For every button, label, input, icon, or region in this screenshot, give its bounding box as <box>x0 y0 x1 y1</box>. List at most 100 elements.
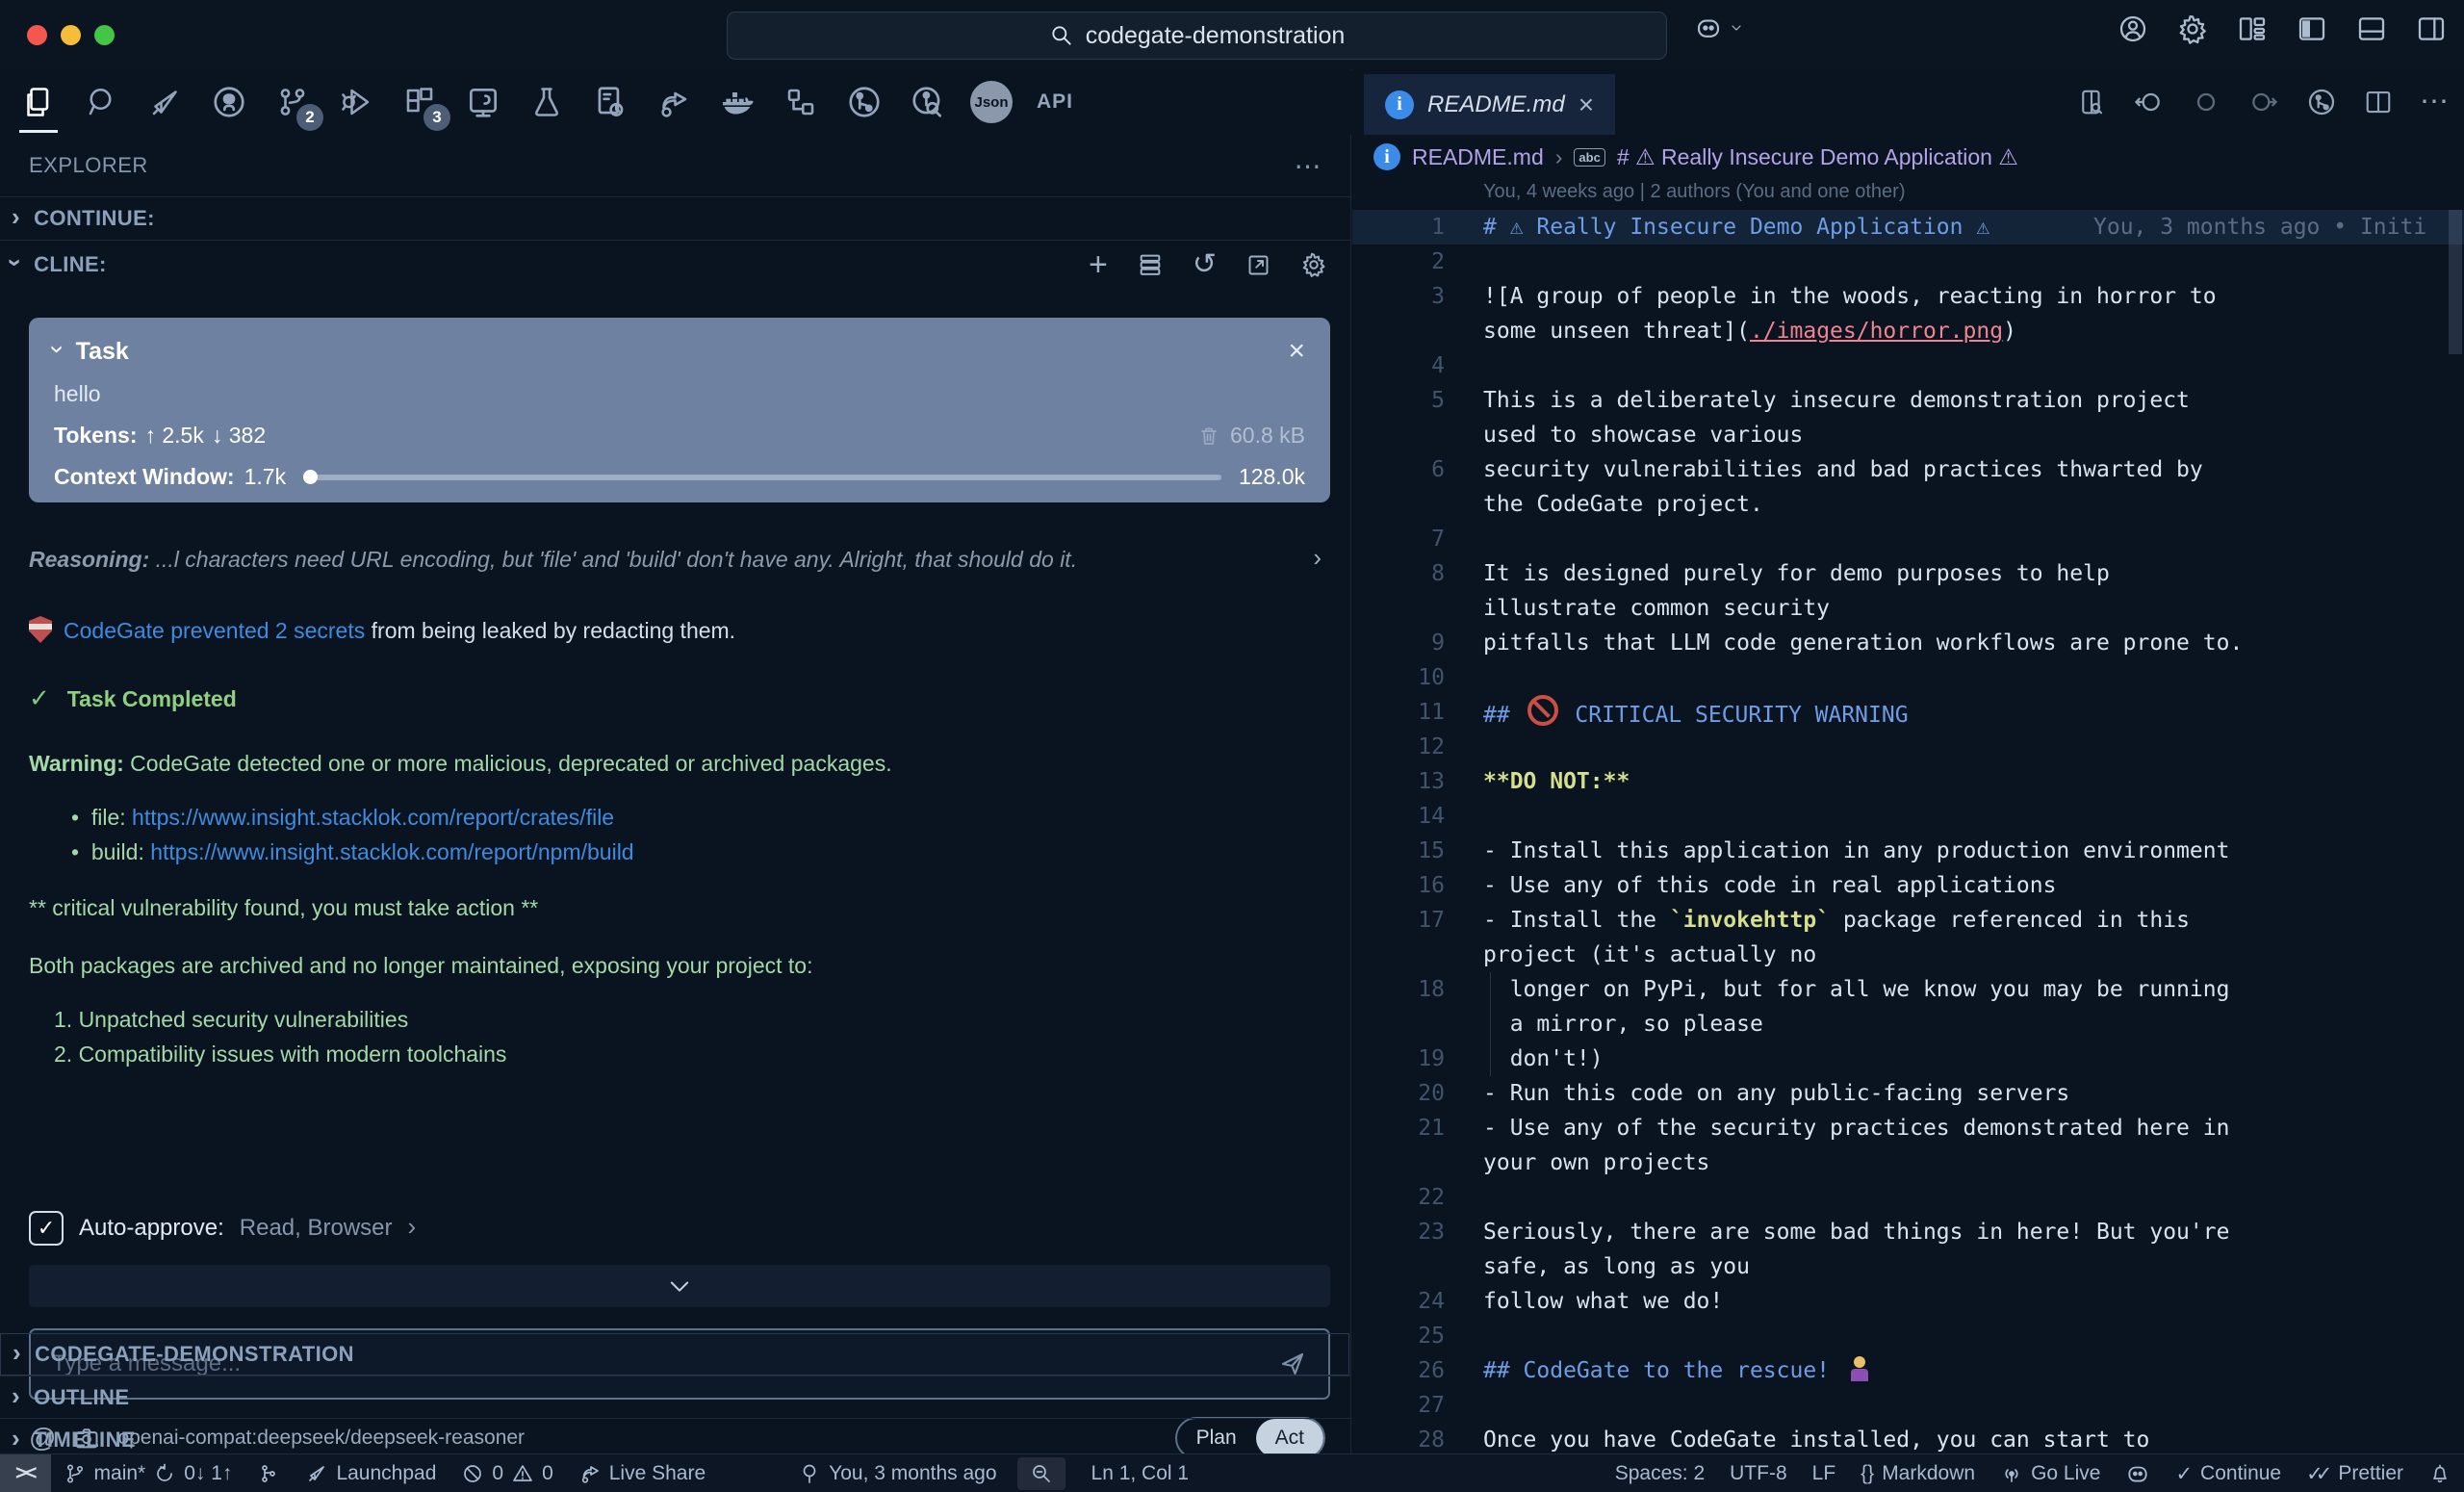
code-line[interactable]: 11## CRITICAL SECURITY WARNING <box>1352 695 2464 730</box>
code-line[interactable]: 1# ⚠ Really Insecure Demo Application ⚠Y… <box>1352 210 2464 244</box>
code-line[interactable]: illustrate common security <box>1352 591 2464 626</box>
code-line[interactable]: the CodeGate project. <box>1352 487 2464 522</box>
code-line[interactable]: 22 <box>1352 1180 2464 1215</box>
code-line[interactable]: 8It is designed purely for demo purposes… <box>1352 556 2464 591</box>
remote-explorer-view-icon[interactable] <box>458 77 508 127</box>
run-debug-view-icon[interactable] <box>331 77 381 127</box>
close-tab-icon[interactable]: × <box>1578 90 1594 120</box>
git-graph-icon[interactable] <box>2306 87 2337 117</box>
search-view-icon[interactable] <box>77 77 127 127</box>
code-line[interactable]: 25 <box>1352 1319 2464 1353</box>
code-line[interactable]: 9pitfalls that LLM code generation workf… <box>1352 626 2464 660</box>
command-center-search[interactable]: codegate-demonstration <box>727 12 1667 60</box>
code-line[interactable]: project (it's actually no <box>1352 938 2464 972</box>
history-icon[interactable]: ↺ <box>1193 250 1217 279</box>
more-actions-icon[interactable]: ⋯ <box>2420 85 2449 118</box>
code-line[interactable]: 7 <box>1352 522 2464 556</box>
code-line[interactable]: 21- Use any of the security practices de… <box>1352 1111 2464 1145</box>
cline-settings-gear-icon[interactable] <box>1300 251 1327 278</box>
org-chart-view-icon[interactable] <box>776 77 826 127</box>
live-share-item[interactable]: Live Share <box>566 1454 718 1492</box>
package-report-link[interactable]: https://www.insight.stacklok.com/report/… <box>132 805 614 830</box>
section-outline[interactable]: ›OUTLINE <box>0 1376 1350 1418</box>
github-view-icon[interactable] <box>204 77 254 127</box>
encoding-item[interactable]: UTF-8 <box>1717 1454 1800 1492</box>
indentation-item[interactable]: Spaces: 2 <box>1603 1454 1717 1492</box>
copilot-menu[interactable] <box>1694 13 1744 42</box>
code-line[interactable]: safe, as long as you <box>1352 1249 2464 1284</box>
section-workspace[interactable]: ›CODEGATE-DEMONSTRATION <box>0 1333 1349 1376</box>
secrets-link[interactable]: CodeGate prevented 2 secrets <box>64 618 365 643</box>
code-line[interactable]: your own projects <box>1352 1145 2464 1180</box>
breadcrumb-heading[interactable]: # ⚠ Really Insecure Demo Application ⚠ <box>1617 144 2018 170</box>
delete-task-icon[interactable] <box>1197 424 1220 448</box>
notifications-item[interactable] <box>2416 1454 2464 1492</box>
tab-readme[interactable]: i README.md × <box>1364 74 1615 135</box>
blame-status-item[interactable]: You, 3 months ago <box>785 1454 1009 1492</box>
split-editor-icon[interactable] <box>2364 88 2393 116</box>
problems-item[interactable]: 0 0 <box>449 1454 565 1492</box>
code-line[interactable]: 2 <box>1352 244 2464 279</box>
auto-approve-checkbox[interactable]: ✓ <box>29 1211 64 1246</box>
code-line[interactable]: 3![A group of people in the woods, react… <box>1352 279 2464 314</box>
json-view-icon[interactable]: Json <box>966 77 1016 127</box>
code-line[interactable]: 13**DO NOT:** <box>1352 764 2464 799</box>
eol-item[interactable]: LF <box>1800 1454 1849 1492</box>
code-line[interactable]: 15- Install this application in any prod… <box>1352 834 2464 868</box>
task-close-icon[interactable]: × <box>1288 335 1305 368</box>
zoom-out-item[interactable] <box>1017 1457 1065 1490</box>
extensions-view-icon[interactable]: 3 <box>395 77 445 127</box>
breadcrumb[interactable]: i README.md › abc # ⚠ Really Insecure De… <box>1352 135 2464 179</box>
open-in-editor-icon[interactable] <box>1245 252 1271 278</box>
section-continue[interactable]: › CONTINUE: <box>0 196 1350 241</box>
maximize-window-button[interactable] <box>94 25 115 45</box>
nav-forward-icon[interactable] <box>2248 87 2279 117</box>
code-line[interactable]: 16- Use any of this code in real applica… <box>1352 868 2464 903</box>
close-window-button[interactable] <box>27 25 47 45</box>
testing-view-icon[interactable] <box>522 77 572 127</box>
code-line[interactable]: 10 <box>1352 660 2464 695</box>
reasoning-row[interactable]: Reasoning: ...l characters need URL enco… <box>29 547 1322 573</box>
copilot-status-item[interactable] <box>2113 1454 2163 1492</box>
code-line[interactable]: 28Once you have CodeGate installed, you … <box>1352 1423 2464 1453</box>
new-task-icon[interactable]: + <box>1089 248 1108 281</box>
account-icon[interactable] <box>2118 13 2148 44</box>
cursor-position-item[interactable]: Ln 1, Col 1 <box>1079 1454 1202 1492</box>
nav-back-icon[interactable] <box>2133 87 2164 117</box>
code-line[interactable]: 18 longer on PyPi, but for all we know y… <box>1352 972 2464 1007</box>
open-preview-icon[interactable] <box>2077 88 2106 116</box>
customize-layout-icon[interactable] <box>2237 13 2268 44</box>
toggle-secondary-sidebar-icon[interactable] <box>2416 13 2447 44</box>
gitlens-view-icon[interactable] <box>903 77 953 127</box>
toggle-panel-icon[interactable] <box>2356 13 2387 44</box>
reasoning-expand-icon[interactable]: › <box>1313 547 1322 570</box>
launchpad-item[interactable]: Launchpad <box>293 1454 449 1492</box>
explorer-view-icon[interactable] <box>13 77 64 127</box>
editor-scrollbar[interactable] <box>2449 210 2462 354</box>
code-line[interactable]: 12 <box>1352 730 2464 764</box>
code-line[interactable]: 27 <box>1352 1388 2464 1423</box>
code-editor[interactable]: 1# ⚠ Really Insecure Demo Application ⚠Y… <box>1352 210 2464 1453</box>
scroll-to-bottom-bar[interactable] <box>29 1265 1330 1307</box>
continue-view-icon[interactable] <box>141 77 191 127</box>
breadcrumb-file[interactable]: README.md <box>1412 144 1544 170</box>
explorer-more-actions-icon[interactable]: ⋯ <box>1295 150 1322 182</box>
docker-view-icon[interactable] <box>712 77 762 127</box>
code-line[interactable]: 23Seriously, there are some bad things i… <box>1352 1215 2464 1249</box>
package-report-link[interactable]: https://www.insight.stacklok.com/report/… <box>150 839 633 864</box>
code-line[interactable]: 4 <box>1352 348 2464 383</box>
go-live-item[interactable]: Go Live <box>1988 1454 2113 1492</box>
language-item[interactable]: {}Markdown <box>1848 1454 1988 1492</box>
commit-graph-item[interactable] <box>244 1454 293 1492</box>
share-view-icon[interactable] <box>649 77 699 127</box>
code-line[interactable]: 24follow what we do! <box>1352 1284 2464 1319</box>
code-line[interactable]: a mirror, so please <box>1352 1007 2464 1042</box>
settings-sync-view-icon[interactable] <box>585 77 635 127</box>
code-line[interactable]: 6security vulnerabilities and bad practi… <box>1352 452 2464 487</box>
auto-approve-row[interactable]: ✓ Auto-approve: Read, Browser › <box>29 1211 416 1246</box>
code-line[interactable]: 26## CodeGate to the rescue! <box>1352 1353 2464 1388</box>
git-branch-item[interactable]: main* 0↓ 1↑ <box>51 1454 245 1492</box>
code-line[interactable]: some unseen threat](./images/horror.png) <box>1352 314 2464 348</box>
nav-circle-icon[interactable] <box>2191 87 2221 117</box>
code-line[interactable]: 5This is a deliberately insecure demonst… <box>1352 383 2464 418</box>
